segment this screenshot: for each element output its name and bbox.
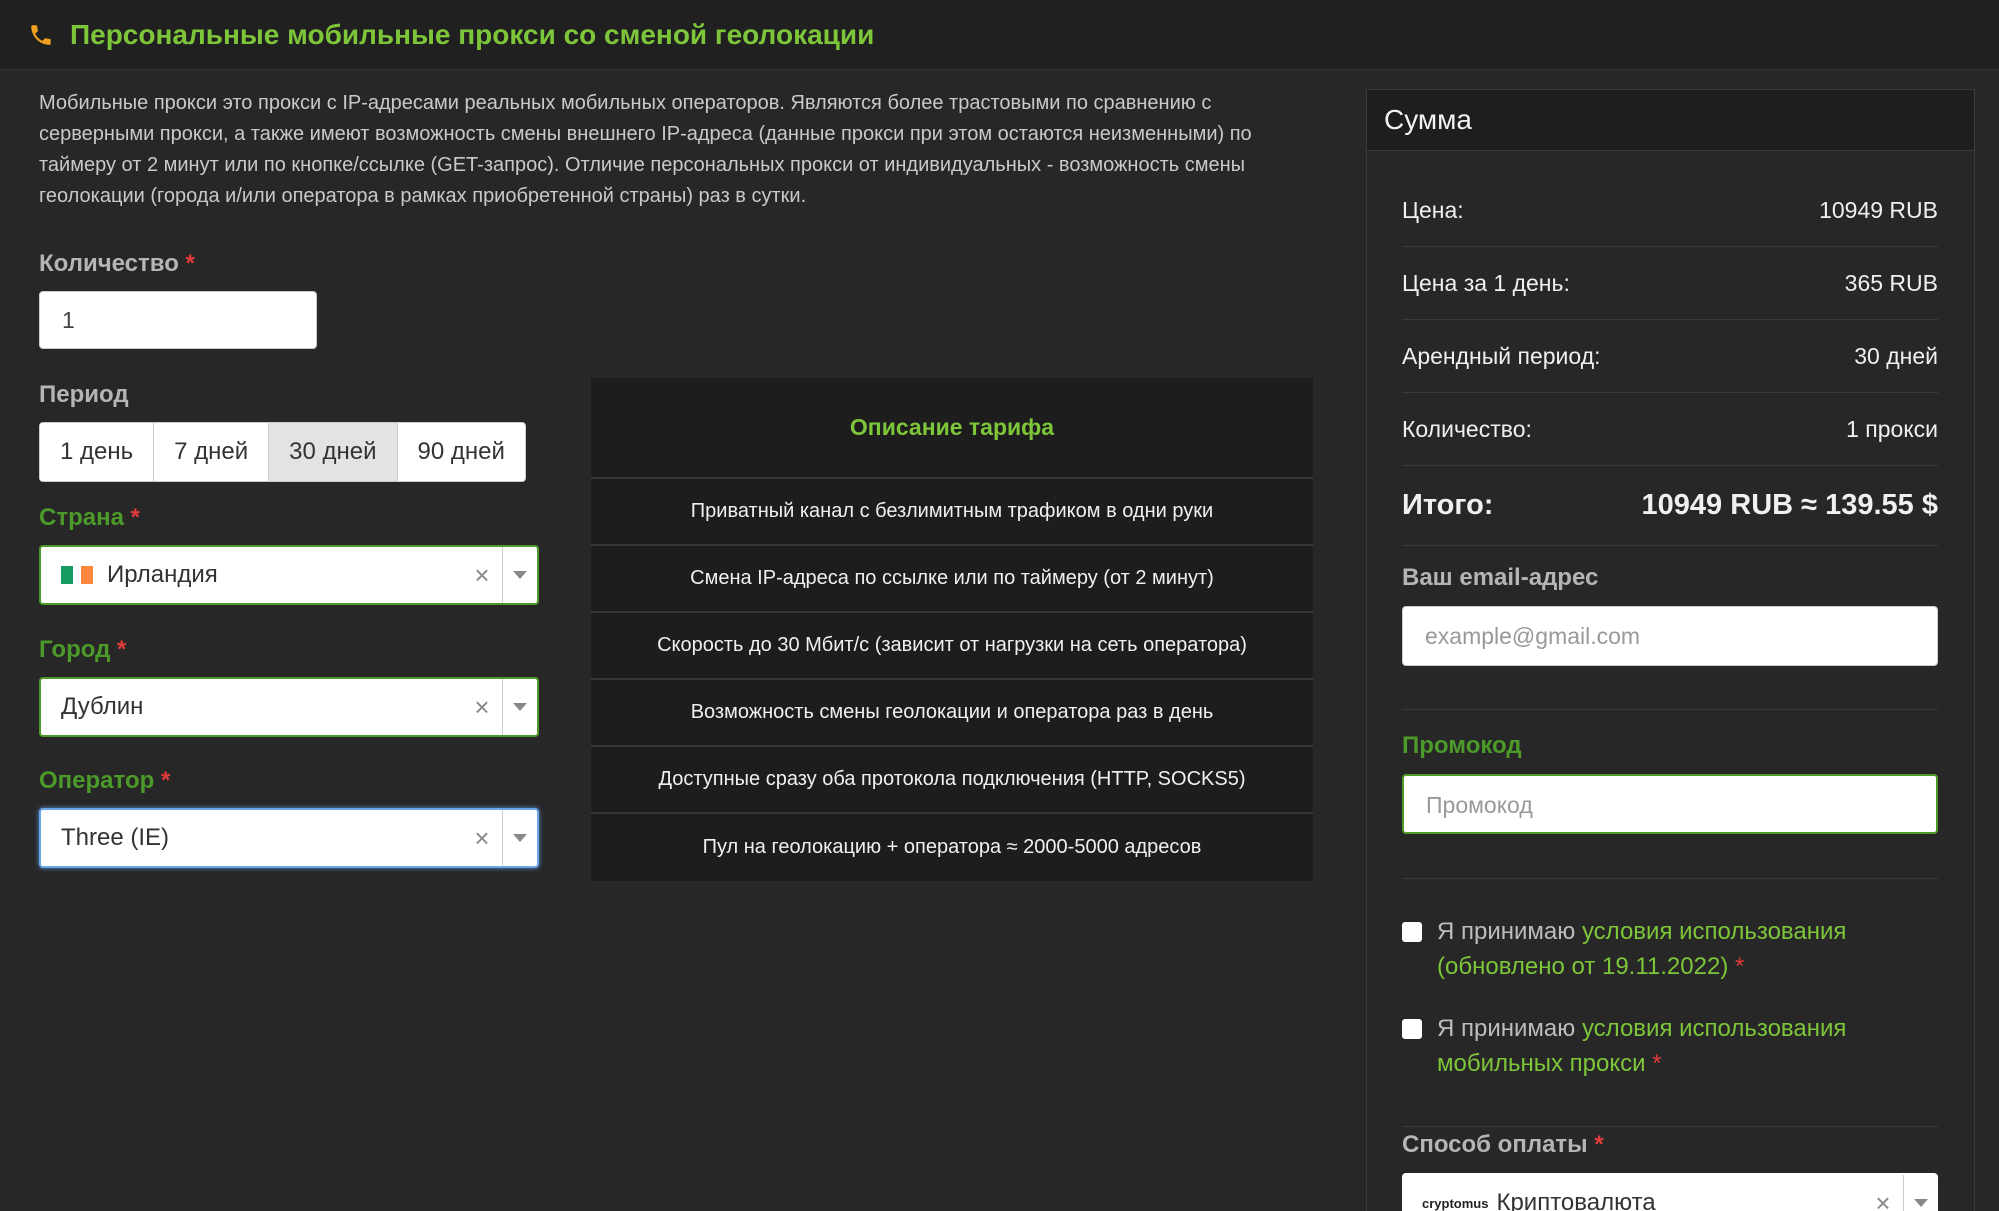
tariff-feature: Возможность смены геолокации и оператора…	[591, 680, 1313, 747]
mobile-terms-checkbox-row: Я принимаю условия использования мобильн…	[1402, 1011, 1922, 1081]
tariff-title: Описание тарифа	[591, 378, 1313, 479]
terms-checkbox[interactable]	[1402, 922, 1422, 942]
page-title: Персональные мобильные прокси со сменой …	[70, 18, 875, 50]
summary-daily-row: Цена за 1 день: 365 RUB	[1402, 247, 1938, 320]
operator-select[interactable]: Three (IE) ×	[39, 808, 539, 868]
operator-label: Оператор *	[39, 767, 171, 794]
country-select[interactable]: Ирландия ×	[39, 545, 539, 605]
product-description: Мобильные прокси это прокси с IP-адресам…	[39, 92, 1252, 207]
terms-text: Я принимаю условия использования (обновл…	[1437, 918, 1847, 980]
price-value: 10949 RUB	[1819, 196, 1938, 223]
tariff-feature: Скорость до 30 Мбит/с (зависит от нагруз…	[591, 613, 1313, 680]
mobile-terms-text: Я принимаю условия использования мобильн…	[1437, 1015, 1847, 1077]
email-input[interactable]: example@gmail.com	[1402, 606, 1938, 666]
country-value: Ирландия	[41, 561, 462, 589]
quantity-input[interactable]: 1	[39, 291, 317, 349]
period-selector: 1 день 7 дней 30 дней 90 дней	[39, 422, 526, 482]
price-label: Цена:	[1402, 196, 1464, 223]
country-label: Страна *	[39, 504, 140, 531]
daily-price-label: Цена за 1 день:	[1402, 269, 1570, 296]
tariff-description-table: Описание тарифа Приватный канал с безлим…	[591, 378, 1313, 881]
divider	[1402, 1126, 1938, 1127]
page: Персональные мобильные прокси со сменой …	[0, 0, 1999, 1211]
terms-checkbox-row: Я принимаю условия использования (обновл…	[1402, 914, 1922, 984]
period-90-days-button[interactable]: 90 дней	[397, 423, 525, 481]
chevron-down-icon[interactable]	[503, 703, 537, 711]
total-label: Итого:	[1402, 489, 1494, 521]
quantity-label: Количество *	[39, 250, 195, 277]
city-clear-icon[interactable]: ×	[462, 692, 502, 723]
summary-panel: Сумма Цена: 10949 RUB Цена за 1 день: 36…	[1366, 89, 1975, 1211]
payment-method-label: Способ оплаты *	[1402, 1131, 1604, 1158]
divider	[1402, 709, 1938, 710]
summary-qty-row: Количество: 1 прокси	[1402, 393, 1938, 466]
city-value: Дублин	[61, 693, 144, 720]
payment-clear-icon[interactable]: ×	[1863, 1188, 1903, 1211]
tariff-feature: Доступные сразу оба протокола подключени…	[591, 747, 1313, 814]
qty-value: 1 прокси	[1846, 415, 1938, 442]
total-value: 10949 RUB ≈ 139.55 $	[1641, 489, 1938, 521]
email-label: Ваш email-адрес	[1402, 564, 1599, 591]
city-select[interactable]: Дублин ×	[39, 677, 539, 737]
chevron-down-icon[interactable]	[1904, 1199, 1938, 1207]
cryptomus-logo-icon: cryptomus	[1422, 1195, 1489, 1211]
period-label: Период	[39, 381, 129, 408]
period-7-days-button[interactable]: 7 дней	[154, 423, 270, 481]
page-header: Персональные мобильные прокси со сменой …	[0, 0, 1999, 70]
daily-price-value: 365 RUB	[1844, 269, 1938, 296]
payment-method-value: cryptomus Криптовалюта	[1402, 1189, 1863, 1211]
tariff-feature: Смена IP-адреса по ссылке или по таймеру…	[591, 546, 1313, 613]
operator-clear-icon[interactable]: ×	[462, 823, 502, 854]
city-label: Город *	[39, 636, 127, 663]
summary-period-row: Арендный период: 30 дней	[1402, 320, 1938, 393]
payment-method-select[interactable]: cryptomus Криптовалюта ×	[1402, 1173, 1938, 1211]
period-30-days-button[interactable]: 30 дней	[269, 423, 398, 481]
country-text: Ирландия	[107, 561, 218, 588]
summary-price-row: Цена: 10949 RUB	[1402, 174, 1938, 247]
summary-total-row: Итого: 10949 RUB ≈ 139.55 $	[1402, 466, 1938, 546]
chevron-down-icon[interactable]	[503, 571, 537, 579]
country-clear-icon[interactable]: ×	[462, 560, 502, 591]
chevron-down-icon[interactable]	[503, 834, 537, 842]
phone-icon	[31, 24, 51, 45]
operator-value: Three (IE)	[61, 824, 170, 851]
promo-label: Промокод	[1402, 732, 1522, 759]
period-1-day-button[interactable]: 1 день	[40, 423, 155, 481]
ireland-flag-icon	[61, 566, 101, 584]
divider	[1402, 878, 1938, 879]
tariff-feature: Пул на геолокацию + оператора ≈ 2000-500…	[702, 836, 1202, 858]
rent-period-value: 30 дней	[1854, 342, 1938, 369]
mobile-terms-checkbox[interactable]	[1402, 1019, 1422, 1039]
rent-period-label: Арендный период:	[1402, 342, 1601, 369]
qty-label: Количество:	[1402, 415, 1532, 442]
tariff-feature: Приватный канал с безлимитным трафиком в…	[591, 479, 1313, 546]
promo-input[interactable]: Промокод	[1402, 774, 1938, 834]
summary-title: Сумма	[1367, 90, 1974, 151]
payment-method-text: Криптовалюта	[1496, 1189, 1656, 1211]
